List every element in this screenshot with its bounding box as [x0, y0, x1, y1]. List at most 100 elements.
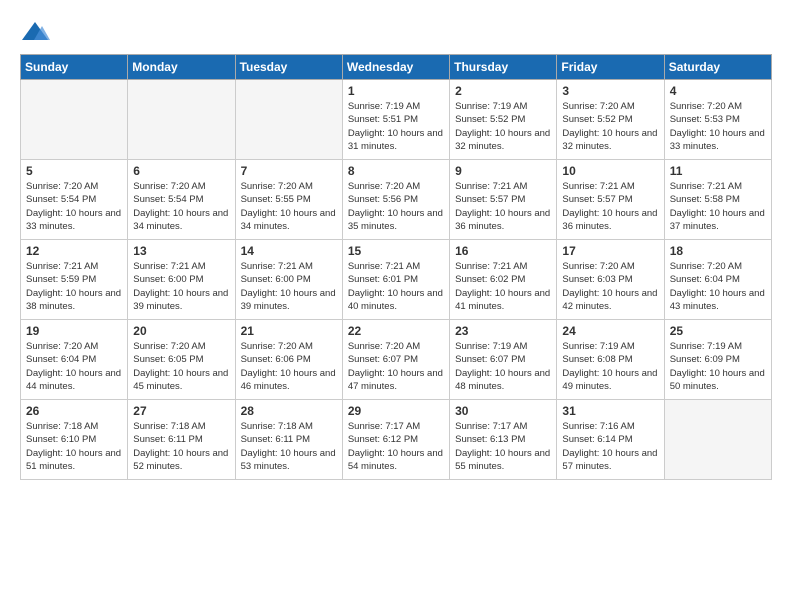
day-number: 29	[348, 404, 444, 418]
calendar-cell: 23 Sunrise: 7:19 AMSunset: 6:07 PMDayligh…	[450, 320, 557, 400]
day-number: 28	[241, 404, 337, 418]
day-info: Sunrise: 7:19 AMSunset: 6:08 PMDaylight:…	[562, 340, 658, 393]
day-number: 18	[670, 244, 766, 258]
day-info: Sunrise: 7:20 AMSunset: 5:55 PMDaylight:…	[241, 180, 337, 233]
day-info: Sunrise: 7:18 AMSunset: 6:10 PMDaylight:…	[26, 420, 122, 473]
week-row-5: 26 Sunrise: 7:18 AMSunset: 6:10 PMDayligh…	[21, 400, 772, 480]
day-number: 24	[562, 324, 658, 338]
day-info: Sunrise: 7:20 AMSunset: 5:53 PMDaylight:…	[670, 100, 766, 153]
day-info: Sunrise: 7:21 AMSunset: 6:02 PMDaylight:…	[455, 260, 551, 313]
calendar-cell: 7 Sunrise: 7:20 AMSunset: 5:55 PMDaylight…	[235, 160, 342, 240]
day-info: Sunrise: 7:19 AMSunset: 6:09 PMDaylight:…	[670, 340, 766, 393]
calendar-cell: 21 Sunrise: 7:20 AMSunset: 6:06 PMDayligh…	[235, 320, 342, 400]
day-number: 9	[455, 164, 551, 178]
day-info: Sunrise: 7:21 AMSunset: 6:00 PMDaylight:…	[241, 260, 337, 313]
logo	[20, 20, 54, 44]
day-number: 17	[562, 244, 658, 258]
calendar-cell: 27Sunrise: 7:18 AMSunset: 6:11 PMDayligh…	[128, 400, 235, 480]
day-number: 10	[562, 164, 658, 178]
calendar-cell: 29Sunrise: 7:17 AMSunset: 6:12 PMDayligh…	[342, 400, 449, 480]
day-number: 22	[348, 324, 444, 338]
calendar-cell: 12Sunrise: 7:21 AMSunset: 5:59 PMDayligh…	[21, 240, 128, 320]
day-info: Sunrise: 7:20 AMSunset: 6:05 PMDaylight:…	[133, 340, 229, 393]
week-row-3: 12Sunrise: 7:21 AMSunset: 5:59 PMDayligh…	[21, 240, 772, 320]
calendar-cell: 26 Sunrise: 7:18 AMSunset: 6:10 PMDayligh…	[21, 400, 128, 480]
day-number: 31	[562, 404, 658, 418]
calendar-cell	[21, 80, 128, 160]
weekday-header-thursday: Thursday	[450, 55, 557, 80]
day-info: Sunrise: 7:21 AMSunset: 5:57 PMDaylight:…	[455, 180, 551, 233]
weekday-header-row: SundayMondayTuesdayWednesdayThursdayFrid…	[21, 55, 772, 80]
day-number: 21	[241, 324, 337, 338]
weekday-header-friday: Friday	[557, 55, 664, 80]
day-info: Sunrise: 7:16 AMSunset: 6:14 PMDaylight:…	[562, 420, 658, 473]
calendar-cell: 3 Sunrise: 7:20 AMSunset: 5:52 PMDaylight…	[557, 80, 664, 160]
calendar-cell: 13 Sunrise: 7:21 AMSunset: 6:00 PMDayligh…	[128, 240, 235, 320]
day-info: Sunrise: 7:20 AMSunset: 6:06 PMDaylight:…	[241, 340, 337, 393]
day-info: Sunrise: 7:20 AMSunset: 5:54 PMDaylight:…	[133, 180, 229, 233]
day-info: Sunrise: 7:20 AMSunset: 5:52 PMDaylight:…	[562, 100, 658, 153]
week-row-2: 5 Sunrise: 7:20 AMSunset: 5:54 PMDaylight…	[21, 160, 772, 240]
calendar-cell: 9 Sunrise: 7:21 AMSunset: 5:57 PMDaylight…	[450, 160, 557, 240]
calendar-cell: 1 Sunrise: 7:19 AMSunset: 5:51 PMDaylight…	[342, 80, 449, 160]
calendar-cell: 22 Sunrise: 7:20 AMSunset: 6:07 PMDayligh…	[342, 320, 449, 400]
logo-icon	[20, 20, 50, 44]
week-row-4: 19 Sunrise: 7:20 AMSunset: 6:04 PMDayligh…	[21, 320, 772, 400]
weekday-header-wednesday: Wednesday	[342, 55, 449, 80]
day-info: Sunrise: 7:20 AMSunset: 6:03 PMDaylight:…	[562, 260, 658, 313]
day-number: 20	[133, 324, 229, 338]
day-number: 14	[241, 244, 337, 258]
day-number: 1	[348, 84, 444, 98]
week-row-1: 1 Sunrise: 7:19 AMSunset: 5:51 PMDaylight…	[21, 80, 772, 160]
day-info: Sunrise: 7:17 AMSunset: 6:13 PMDaylight:…	[455, 420, 551, 473]
calendar-cell: 19 Sunrise: 7:20 AMSunset: 6:04 PMDayligh…	[21, 320, 128, 400]
calendar-cell: 5 Sunrise: 7:20 AMSunset: 5:54 PMDaylight…	[21, 160, 128, 240]
day-info: Sunrise: 7:20 AMSunset: 6:07 PMDaylight:…	[348, 340, 444, 393]
day-number: 8	[348, 164, 444, 178]
calendar-cell: 24 Sunrise: 7:19 AMSunset: 6:08 PMDayligh…	[557, 320, 664, 400]
weekday-header-monday: Monday	[128, 55, 235, 80]
day-number: 19	[26, 324, 122, 338]
calendar-cell: 28 Sunrise: 7:18 AMSunset: 6:11 PMDayligh…	[235, 400, 342, 480]
day-number: 4	[670, 84, 766, 98]
day-info: Sunrise: 7:19 AMSunset: 5:51 PMDaylight:…	[348, 100, 444, 153]
day-info: Sunrise: 7:20 AMSunset: 6:04 PMDaylight:…	[26, 340, 122, 393]
calendar-cell	[664, 400, 771, 480]
day-info: Sunrise: 7:21 AMSunset: 6:00 PMDaylight:…	[133, 260, 229, 313]
day-info: Sunrise: 7:19 AMSunset: 6:07 PMDaylight:…	[455, 340, 551, 393]
day-info: Sunrise: 7:21 AMSunset: 6:01 PMDaylight:…	[348, 260, 444, 313]
calendar-cell: 18 Sunrise: 7:20 AMSunset: 6:04 PMDayligh…	[664, 240, 771, 320]
calendar-cell	[128, 80, 235, 160]
day-info: Sunrise: 7:20 AMSunset: 5:56 PMDaylight:…	[348, 180, 444, 233]
day-number: 6	[133, 164, 229, 178]
day-number: 13	[133, 244, 229, 258]
day-number: 26	[26, 404, 122, 418]
day-info: Sunrise: 7:20 AMSunset: 6:04 PMDaylight:…	[670, 260, 766, 313]
weekday-header-sunday: Sunday	[21, 55, 128, 80]
calendar-cell: 31 Sunrise: 7:16 AMSunset: 6:14 PMDayligh…	[557, 400, 664, 480]
day-info: Sunrise: 7:19 AMSunset: 5:52 PMDaylight:…	[455, 100, 551, 153]
calendar-cell: 4 Sunrise: 7:20 AMSunset: 5:53 PMDaylight…	[664, 80, 771, 160]
calendar-cell: 25 Sunrise: 7:19 AMSunset: 6:09 PMDayligh…	[664, 320, 771, 400]
day-number: 16	[455, 244, 551, 258]
day-number: 3	[562, 84, 658, 98]
day-number: 27	[133, 404, 229, 418]
day-number: 11	[670, 164, 766, 178]
calendar-cell: 20 Sunrise: 7:20 AMSunset: 6:05 PMDayligh…	[128, 320, 235, 400]
day-info: Sunrise: 7:20 AMSunset: 5:54 PMDaylight:…	[26, 180, 122, 233]
day-number: 23	[455, 324, 551, 338]
calendar-cell: 17 Sunrise: 7:20 AMSunset: 6:03 PMDayligh…	[557, 240, 664, 320]
day-number: 30	[455, 404, 551, 418]
day-number: 12	[26, 244, 122, 258]
calendar-cell: 14 Sunrise: 7:21 AMSunset: 6:00 PMDayligh…	[235, 240, 342, 320]
calendar-cell: 6 Sunrise: 7:20 AMSunset: 5:54 PMDaylight…	[128, 160, 235, 240]
day-info: Sunrise: 7:21 AMSunset: 5:58 PMDaylight:…	[670, 180, 766, 233]
page-header	[20, 20, 772, 44]
day-number: 7	[241, 164, 337, 178]
day-number: 5	[26, 164, 122, 178]
day-number: 2	[455, 84, 551, 98]
calendar-cell: 30 Sunrise: 7:17 AMSunset: 6:13 PMDayligh…	[450, 400, 557, 480]
day-number: 25	[670, 324, 766, 338]
day-info: Sunrise: 7:18 AMSunset: 6:11 PMDaylight:…	[241, 420, 337, 473]
weekday-header-tuesday: Tuesday	[235, 55, 342, 80]
